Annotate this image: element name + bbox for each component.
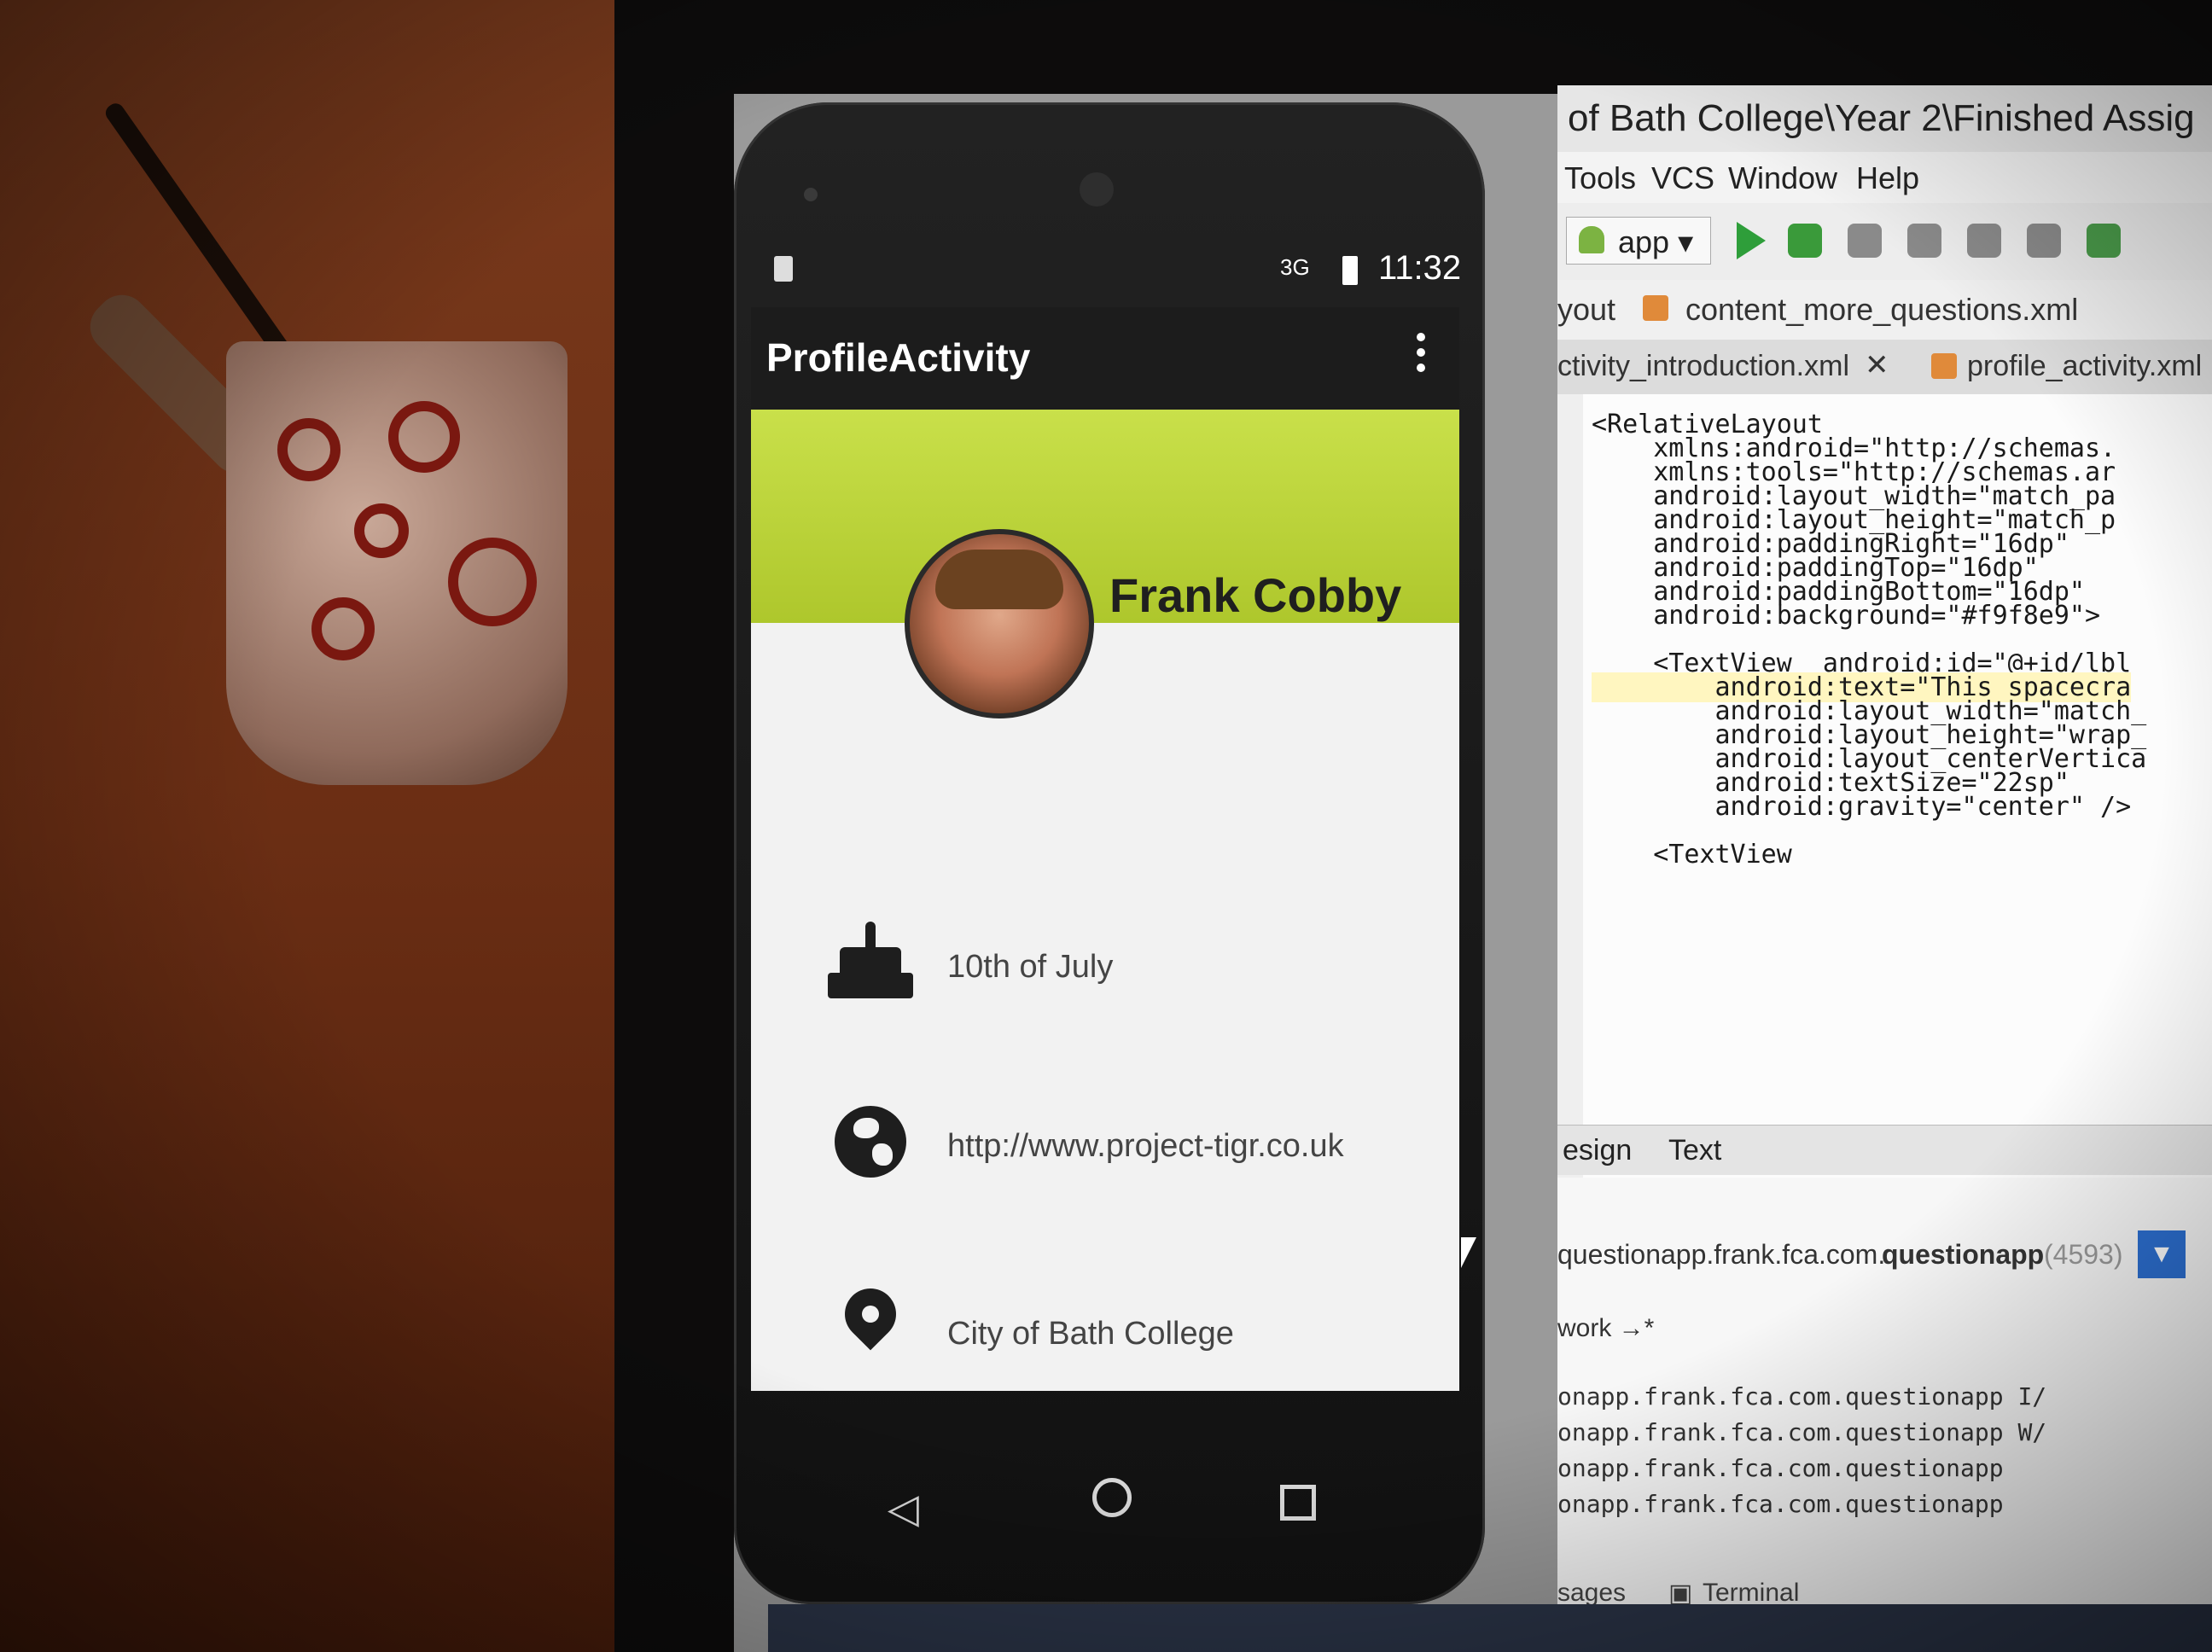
menu-tools[interactable]: Tools [1564, 160, 1636, 196]
location-pin-icon [828, 1277, 913, 1374]
device-monitor-icon[interactable] [1907, 224, 1941, 258]
pen-cup [226, 341, 568, 785]
website-link[interactable]: http://www.project-tigr.co.uk [947, 1128, 1344, 1165]
android-icon [1579, 226, 1604, 253]
breadcrumb-file[interactable]: content_more_questions.xml [1685, 292, 2078, 328]
network-type: 3G [1280, 254, 1310, 280]
sensor [804, 188, 818, 201]
editor-mode-tabs: esign Text [1557, 1125, 2212, 1175]
birthday-row: 10th of July [828, 922, 1425, 1015]
sdk-manager-icon[interactable] [2027, 224, 2061, 258]
cup-pattern-dot [388, 401, 460, 473]
emulator-phone: 3G 11:32 ProfileActivity Frank Cobby 10t… [734, 102, 1485, 1604]
menu-vcs[interactable]: VCS [1651, 160, 1714, 196]
recents-icon[interactable] [1280, 1485, 1316, 1521]
location-row: City of Bath College [828, 1277, 1425, 1382]
android-nav-bar: ◁ [768, 1459, 1451, 1553]
globe-icon [828, 1101, 913, 1186]
tab-messages[interactable]: sages [1557, 1579, 1626, 1608]
cake-icon [828, 922, 913, 1007]
status-time: 11:32 [1378, 249, 1462, 287]
attach-debugger-icon[interactable] [1848, 224, 1882, 258]
tab-design[interactable]: esign [1563, 1134, 1632, 1167]
menu-help[interactable]: Help [1856, 160, 1919, 196]
profile-content: Frank Cobby 10th of July http://www.proj… [751, 410, 1459, 1391]
desk-background [0, 0, 649, 1652]
editor-tabs: ctivity_introduction.xml ✕ profile_activ… [1557, 340, 2212, 394]
xml-file-icon [1931, 353, 1957, 379]
tab-text[interactable]: Text [1668, 1134, 1721, 1167]
process-name-prefix: questionapp.frank.fca.com. [1557, 1239, 1886, 1270]
log-filter-text: work →* [1557, 1314, 1655, 1342]
website-row: http://www.project-tigr.co.uk [828, 1101, 1425, 1195]
location-text: City of Bath College [947, 1316, 1234, 1352]
xml-file-icon [1643, 295, 1668, 321]
avd-manager-icon[interactable] [2087, 224, 2121, 258]
toolbar: app ▾ [1557, 203, 2212, 281]
tab-terminal[interactable]: Terminal [1703, 1579, 1799, 1608]
code-line: android:gravity="center" /> [1592, 792, 2132, 822]
log-line: onapp.frank.fca.com.questionapp W/ [1557, 1418, 2047, 1446]
run-config-label: app [1618, 224, 1670, 259]
cup-pattern-dot [277, 418, 341, 481]
log-filter[interactable]: work →* [1557, 1306, 2212, 1353]
log-line: onapp.frank.fca.com.questionapp [1557, 1490, 2004, 1518]
process-selector[interactable]: questionapp.frank.fca.com. questionapp (… [1557, 1229, 2212, 1280]
close-icon[interactable]: ✕ [1865, 348, 1889, 382]
mouse-cursor [1461, 1237, 1476, 1268]
log-line: onapp.frank.fca.com.questionapp I/ [1557, 1382, 2047, 1411]
run-icon[interactable] [1737, 222, 1766, 259]
cup-pattern-dot [448, 538, 537, 626]
window-title: of Bath College\Year 2\Finished Assig [1557, 85, 2212, 154]
code-editor[interactable]: <RelativeLayout xmlns:android="http://sc… [1557, 394, 2212, 1213]
process-name-bold: questionapp [1882, 1239, 2045, 1270]
project-structure-icon[interactable] [1967, 224, 2001, 258]
log-line: onapp.frank.fca.com.questionapp [1557, 1454, 2004, 1482]
menu-bar: Tools VCS Window Help [1557, 152, 2212, 203]
cup-pattern-dot [354, 503, 409, 558]
code-line: <TextView [1592, 840, 1792, 870]
code-line: android:background="#f9f8e9"> [1592, 601, 2101, 631]
cup-pattern-dot [311, 597, 375, 660]
menu-window[interactable]: Window [1728, 160, 1837, 196]
home-icon[interactable] [1092, 1478, 1132, 1517]
back-icon[interactable]: ◁ [888, 1485, 919, 1533]
breadcrumb: yout content_more_questions.xml [1557, 280, 2212, 340]
app-bar: ProfileActivity [751, 307, 1459, 418]
sd-card-icon [774, 256, 793, 282]
avatar [905, 529, 1094, 718]
debug-icon[interactable] [1788, 224, 1822, 258]
tab-profile-activity[interactable]: profile_activity.xml [1967, 350, 2202, 383]
status-bar: 3G 11:32 [764, 239, 1464, 307]
front-camera [1080, 172, 1114, 206]
breadcrumb-parent[interactable]: yout [1557, 292, 1615, 328]
android-studio-window: of Bath College\Year 2\Finished Assig To… [1557, 85, 2212, 1652]
chevron-down-icon[interactable]: ▼ [2138, 1230, 2186, 1278]
battery-icon [1342, 256, 1358, 285]
birthday-text: 10th of July [947, 949, 1114, 985]
tab-activity-introduction[interactable]: ctivity_introduction.xml [1557, 350, 1849, 383]
profile-name: Frank Cobby [1109, 568, 1402, 622]
run-config-select[interactable]: app ▾ [1566, 217, 1711, 265]
overflow-menu-icon[interactable] [1417, 333, 1425, 379]
app-title: ProfileActivity [766, 335, 1031, 380]
windows-taskbar [768, 1604, 2212, 1652]
process-pid: (4593) [2044, 1239, 2123, 1270]
